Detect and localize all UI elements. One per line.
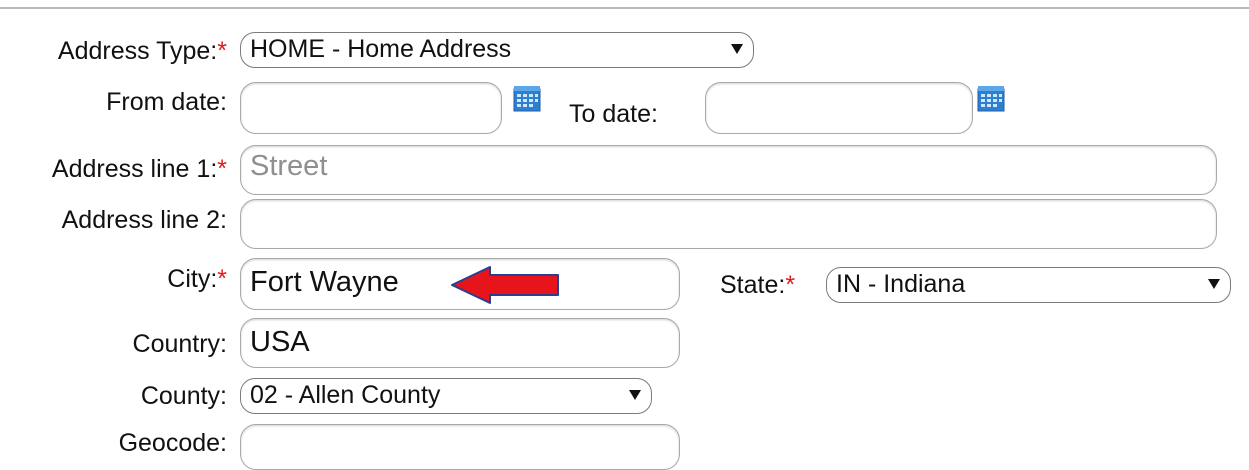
address-line1-label: Address line 1:* [51,155,227,183]
calendar-icon[interactable] [512,84,542,114]
calendar-icon[interactable] [976,84,1006,114]
address-line2-label: Address line 2: [61,206,227,234]
address-type-select[interactable]: HOME - Home Address [240,32,754,68]
country-label: Country: [132,330,227,358]
state-select[interactable]: IN - Indiana [826,267,1231,303]
county-value: 02 - Allen County [250,381,441,409]
county-select[interactable]: 02 - Allen County [240,378,652,414]
from-date-field[interactable] [240,82,502,134]
address-line1-placeholder: Street [250,150,328,182]
city-label: City:* [167,265,227,293]
state-value: IN - Indiana [836,270,966,298]
from-date-label: From date: [106,88,227,116]
country-value: USA [250,326,310,358]
address-line1-field[interactable]: Street [240,145,1217,195]
county-label: County: [140,382,227,410]
dropdown-arrow-icon [731,44,743,54]
geocode-label: Geocode: [118,429,227,457]
to-date-label: To date: [569,100,658,128]
address-type-label: Address Type:* [57,37,227,65]
red-arrow-annotation [451,266,559,304]
country-field[interactable]: USA [240,318,680,368]
dropdown-arrow-icon [629,390,641,400]
to-date-field[interactable] [705,82,973,134]
dropdown-arrow-icon [1208,279,1220,289]
address-type-value: HOME - Home Address [250,35,512,63]
city-value: Fort Wayne [250,266,399,298]
address-line2-field[interactable] [240,199,1217,249]
top-divider [0,7,1249,9]
geocode-field[interactable] [240,424,680,470]
state-label: State:* [720,271,796,299]
